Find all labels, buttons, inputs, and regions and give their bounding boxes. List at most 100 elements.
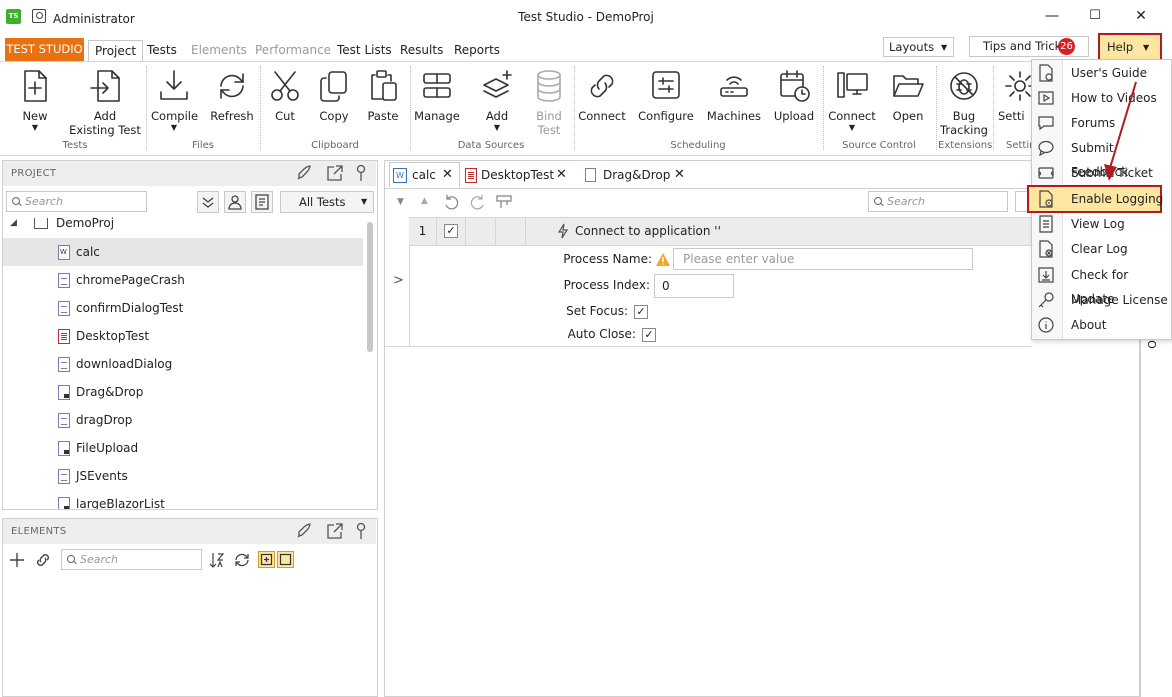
- editor-tab-dragdrop[interactable]: Drag&Drop: [603, 164, 670, 186]
- pin-icon[interactable]: [352, 522, 370, 540]
- tree-item[interactable]: FileUpload: [3, 434, 363, 462]
- test-filter-dropdown[interactable]: All Tests ▼: [280, 191, 374, 213]
- connect-scheduling-button[interactable]: Connect: [578, 68, 626, 123]
- tree-item[interactable]: Drag&Drop: [3, 378, 363, 406]
- tree-item[interactable]: downloadDialog: [3, 350, 363, 378]
- compile-button[interactable]: Compile ▼: [151, 68, 198, 133]
- layouts-dropdown[interactable]: Layouts ▼: [883, 37, 954, 57]
- popout-icon[interactable]: [326, 164, 344, 182]
- test-file-icon: [58, 357, 70, 372]
- user-filter-icon[interactable]: [224, 191, 246, 213]
- process-index-input[interactable]: 0: [654, 274, 734, 298]
- steps-search-input[interactable]: Search: [868, 191, 1008, 212]
- link-icon[interactable]: [33, 551, 53, 569]
- brand-tab[interactable]: TEST STUDIO: [5, 38, 84, 61]
- expand-step-icon[interactable]: >: [393, 273, 404, 288]
- tree-item[interactable]: chromePageCrash: [3, 266, 363, 294]
- menu-item-check-for-update[interactable]: Check for Update: [1071, 263, 1172, 306]
- close-tab-icon[interactable]: ✕: [442, 164, 453, 186]
- tree-item[interactable]: JSEvents: [3, 462, 363, 490]
- close-tab-icon[interactable]: ✕: [674, 164, 685, 186]
- new-button[interactable]: New ▼: [14, 68, 56, 133]
- editor-tab-desktoptest[interactable]: DesktopTest: [481, 164, 554, 186]
- tab-elements[interactable]: Elements: [185, 40, 253, 62]
- machines-button[interactable]: Machines: [705, 68, 763, 123]
- step-border: [409, 246, 410, 346]
- tree-item-label: Drag&Drop: [76, 385, 144, 399]
- tab-tests[interactable]: Tests: [141, 40, 183, 62]
- tab-test-lists[interactable]: Test Lists: [331, 40, 398, 62]
- tree-item[interactable]: confirmDialogTest: [3, 294, 363, 322]
- project-search-input[interactable]: Search: [6, 191, 147, 212]
- collapse-all-icon[interactable]: [197, 191, 219, 213]
- gear-icon: [998, 68, 1032, 106]
- minimize-button[interactable]: —: [1038, 6, 1066, 26]
- step-checkbox-cell[interactable]: ✓: [437, 217, 466, 246]
- upload-button[interactable]: Upload: [770, 68, 818, 123]
- cut-button[interactable]: Cut: [266, 68, 304, 123]
- set-focus-checkbox[interactable]: ✓: [634, 305, 648, 319]
- refresh-button[interactable]: Refresh: [209, 68, 255, 123]
- tree-item-calc[interactable]: calc: [3, 238, 363, 266]
- bug-tracking-button[interactable]: Bug Tracking: [940, 68, 988, 137]
- refresh-icon[interactable]: [233, 551, 251, 569]
- menu-item-about[interactable]: About: [1071, 313, 1106, 337]
- menu-item-enable-logging[interactable]: Enable Logging: [1071, 187, 1163, 211]
- configure-button[interactable]: Configure: [637, 68, 695, 123]
- bind-test-button[interactable]: Bind Test: [528, 68, 570, 137]
- close-tab-icon[interactable]: ✕: [556, 164, 567, 186]
- pin-icon[interactable]: [352, 164, 370, 182]
- maximize-button[interactable]: ☐: [1081, 6, 1109, 26]
- undo-icon[interactable]: [443, 194, 459, 210]
- close-button[interactable]: ✕: [1127, 6, 1155, 26]
- project-scrollbar[interactable]: [367, 222, 373, 352]
- menu-item-manage-license[interactable]: Manage License: [1071, 288, 1168, 312]
- connect-source-control-button[interactable]: Connect ▼: [827, 68, 877, 133]
- paste-button[interactable]: Paste: [363, 68, 403, 123]
- side-panel-tab[interactable]: O: [1145, 340, 1158, 349]
- rocket-icon[interactable]: [295, 522, 313, 540]
- add-data-source-button[interactable]: Add ▼: [474, 68, 520, 133]
- copy-button[interactable]: Copy: [314, 68, 354, 123]
- window-title: Test Studio - DemoProj: [518, 10, 654, 24]
- collapse-all-icon[interactable]: [277, 551, 294, 568]
- auto-close-checkbox[interactable]: ✓: [642, 328, 656, 342]
- move-up-icon[interactable]: ▲: [421, 196, 428, 206]
- expand-all-icon[interactable]: [258, 551, 275, 568]
- separator: [936, 66, 937, 150]
- router-icon: [705, 68, 763, 106]
- tree-item[interactable]: DesktopTest: [3, 322, 363, 350]
- add-label: Add: [485, 109, 509, 123]
- add-existing-test-button[interactable]: Add Existing Test: [68, 68, 142, 137]
- move-down-icon[interactable]: ▼: [397, 197, 404, 207]
- tab-reports[interactable]: Reports: [448, 40, 506, 62]
- add-element-icon[interactable]: [8, 551, 26, 569]
- chevron-down-icon: ▼: [170, 123, 178, 132]
- settings-button[interactable]: Setti: [998, 68, 1032, 123]
- expand-tree-icon[interactable]: ◢: [10, 218, 17, 228]
- open-button[interactable]: Open: [886, 68, 930, 123]
- tab-results[interactable]: Results: [394, 40, 449, 62]
- check-icon[interactable]: ✓: [444, 224, 458, 238]
- sort-az-icon[interactable]: [208, 551, 226, 569]
- steps-tool-icon[interactable]: [495, 194, 513, 210]
- popout-icon[interactable]: [326, 522, 344, 540]
- elements-search-input[interactable]: Search: [61, 549, 202, 570]
- redo-icon[interactable]: [470, 194, 486, 210]
- process-name-input[interactable]: Please enter value: [673, 248, 973, 270]
- tree-item[interactable]: dragDrop: [3, 406, 363, 434]
- tree-item-label: dragDrop: [76, 413, 133, 427]
- rocket-icon[interactable]: [295, 164, 313, 182]
- help-button[interactable]: Help ▼: [1098, 33, 1162, 61]
- editor-tab-calc[interactable]: calc: [412, 164, 436, 186]
- menu-item-clear-log[interactable]: Clear Log: [1071, 237, 1128, 261]
- tab-performance[interactable]: Performance: [249, 40, 337, 62]
- ticket-icon: [1037, 164, 1055, 182]
- notes-icon[interactable]: [251, 191, 273, 213]
- tree-item[interactable]: largeBlazorList: [3, 490, 363, 509]
- manage-button[interactable]: Manage: [414, 68, 460, 123]
- tab-project[interactable]: Project: [88, 40, 144, 63]
- test-file-icon: [58, 469, 70, 484]
- menu-item-view-log[interactable]: View Log: [1071, 212, 1125, 236]
- tree-item-label: downloadDialog: [76, 357, 173, 371]
